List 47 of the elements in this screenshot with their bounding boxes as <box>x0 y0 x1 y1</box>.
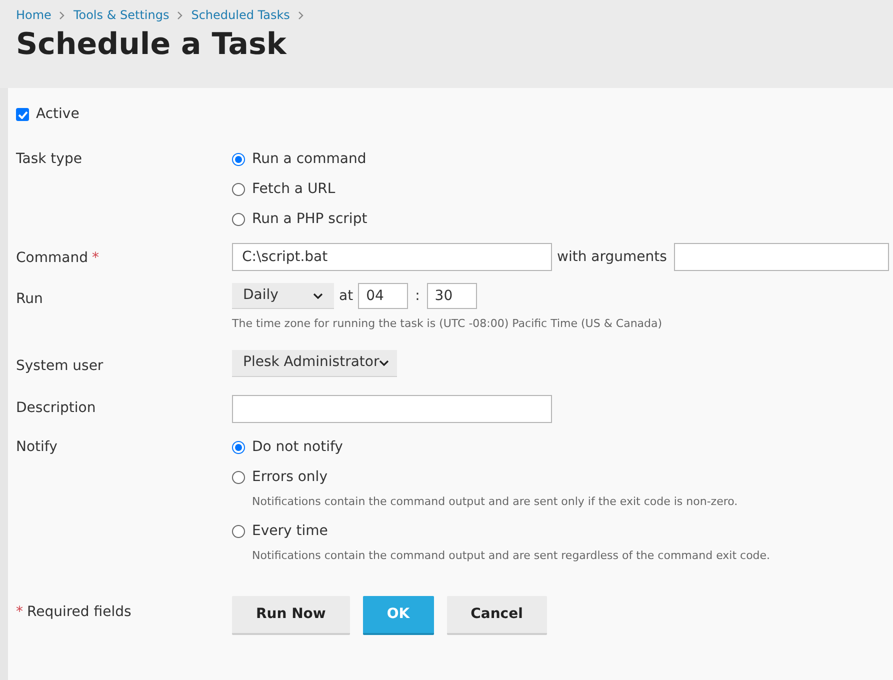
radio-label: Run a PHP script <box>252 210 368 229</box>
time-separator: : <box>414 286 421 306</box>
field-label: Notify <box>16 438 58 457</box>
arguments-label: with arguments <box>557 248 667 266</box>
breadcrumb-link[interactable]: Scheduled Tasks <box>191 6 290 24</box>
chevron-right-icon <box>298 10 304 20</box>
radio-button[interactable] <box>232 153 245 166</box>
description-field[interactable] <box>232 395 552 423</box>
required-fields-note: Required fields <box>27 603 132 622</box>
radio-label: Every time <box>252 522 328 541</box>
field-label: Command <box>16 249 88 268</box>
breadcrumb-link[interactable]: Tools & Settings <box>73 6 170 24</box>
radio-label: Do not notify <box>252 438 343 457</box>
chevron-down-icon <box>379 360 390 366</box>
chevron-down-icon <box>313 292 323 298</box>
frequency-select[interactable]: Daily <box>232 283 334 309</box>
checkbox[interactable] <box>16 108 29 121</box>
action-button[interactable]: Cancel <box>446 596 547 635</box>
chevron-right-icon <box>177 10 184 20</box>
required-asterisk: * <box>16 603 23 622</box>
field-label: Run <box>16 290 43 309</box>
action-button[interactable]: Run Now <box>232 596 350 635</box>
field-label: Task type <box>16 150 82 169</box>
field-label: System user <box>16 356 104 376</box>
radio-button[interactable] <box>232 213 245 226</box>
field-label: Description <box>16 398 96 418</box>
radio-button[interactable] <box>232 441 245 454</box>
radio-button[interactable] <box>232 525 245 538</box>
notify-hint: Notifications contain the command output and are sent only if the exit code is non-zero. <box>252 494 739 510</box>
command-field[interactable]: C:\script.bat <box>232 243 552 271</box>
radio-label: Fetch a URL <box>252 180 336 199</box>
chevron-right-icon <box>59 10 66 20</box>
page-title: Schedule a Task <box>16 30 288 60</box>
at-label: at <box>339 286 354 306</box>
radio-label: Errors only <box>252 468 328 487</box>
system-user-select[interactable]: Plesk Administrator <box>232 350 397 376</box>
radio-button[interactable] <box>232 183 245 196</box>
notify-hint: Notifications contain the command output and are sent regardless of the command exit code. <box>252 548 772 564</box>
checkbox-label: Active <box>36 105 80 124</box>
radio-button[interactable] <box>232 471 245 484</box>
hour-field[interactable]: 04 <box>358 283 408 309</box>
arguments-field[interactable] <box>674 243 889 271</box>
radio-label: Run a command <box>252 150 366 169</box>
minute-field[interactable]: 30 <box>426 283 477 309</box>
required-asterisk: * <box>92 249 99 268</box>
breadcrumb-link[interactable]: Home <box>16 6 52 24</box>
timezone-hint: The time zone for running the task is (UTC -08:00) Pacific Time (US & Canada) <box>232 316 664 332</box>
